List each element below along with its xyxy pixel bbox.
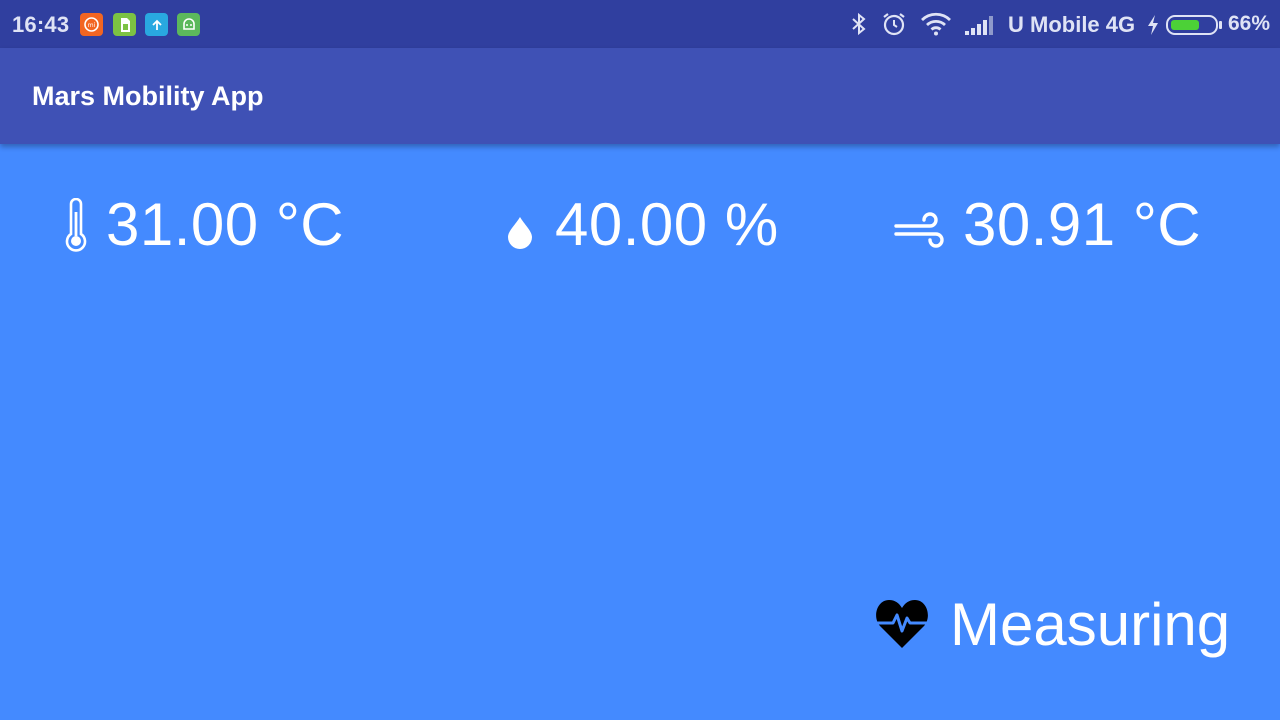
app-bar: Mars Mobility App bbox=[0, 48, 1280, 144]
measuring-label: Measuring bbox=[950, 591, 1231, 658]
thermometer-icon bbox=[62, 198, 90, 252]
temperature-reading: 31.00 °C bbox=[62, 192, 344, 258]
wifi-icon bbox=[920, 12, 952, 41]
wind-icon bbox=[893, 200, 945, 250]
status-bar: 16:43 mi U Mobile 4G 66% bbox=[0, 0, 1280, 48]
charging-icon bbox=[1146, 14, 1160, 41]
temperature-value: 31.00 °C bbox=[106, 191, 345, 258]
water-drop-icon bbox=[505, 199, 535, 251]
wind-chill-value: 30.91 °C bbox=[963, 191, 1202, 258]
battery-icon bbox=[1166, 14, 1222, 41]
bluetooth-icon bbox=[850, 12, 868, 41]
app-title: Mars Mobility App bbox=[32, 81, 264, 111]
carrier-label: U Mobile 4G bbox=[1008, 12, 1136, 37]
wind-chill-reading: 30.91 °C bbox=[893, 192, 1201, 258]
signal-icon bbox=[964, 14, 996, 41]
battery-percentage: 66% bbox=[1228, 12, 1271, 35]
measuring-status: Measuring bbox=[874, 590, 1230, 660]
alarm-icon bbox=[880, 10, 908, 43]
heart-pulse-icon bbox=[874, 596, 930, 655]
humidity-reading: 40.00 % bbox=[505, 192, 779, 258]
humidity-value: 40.00 % bbox=[555, 191, 779, 258]
